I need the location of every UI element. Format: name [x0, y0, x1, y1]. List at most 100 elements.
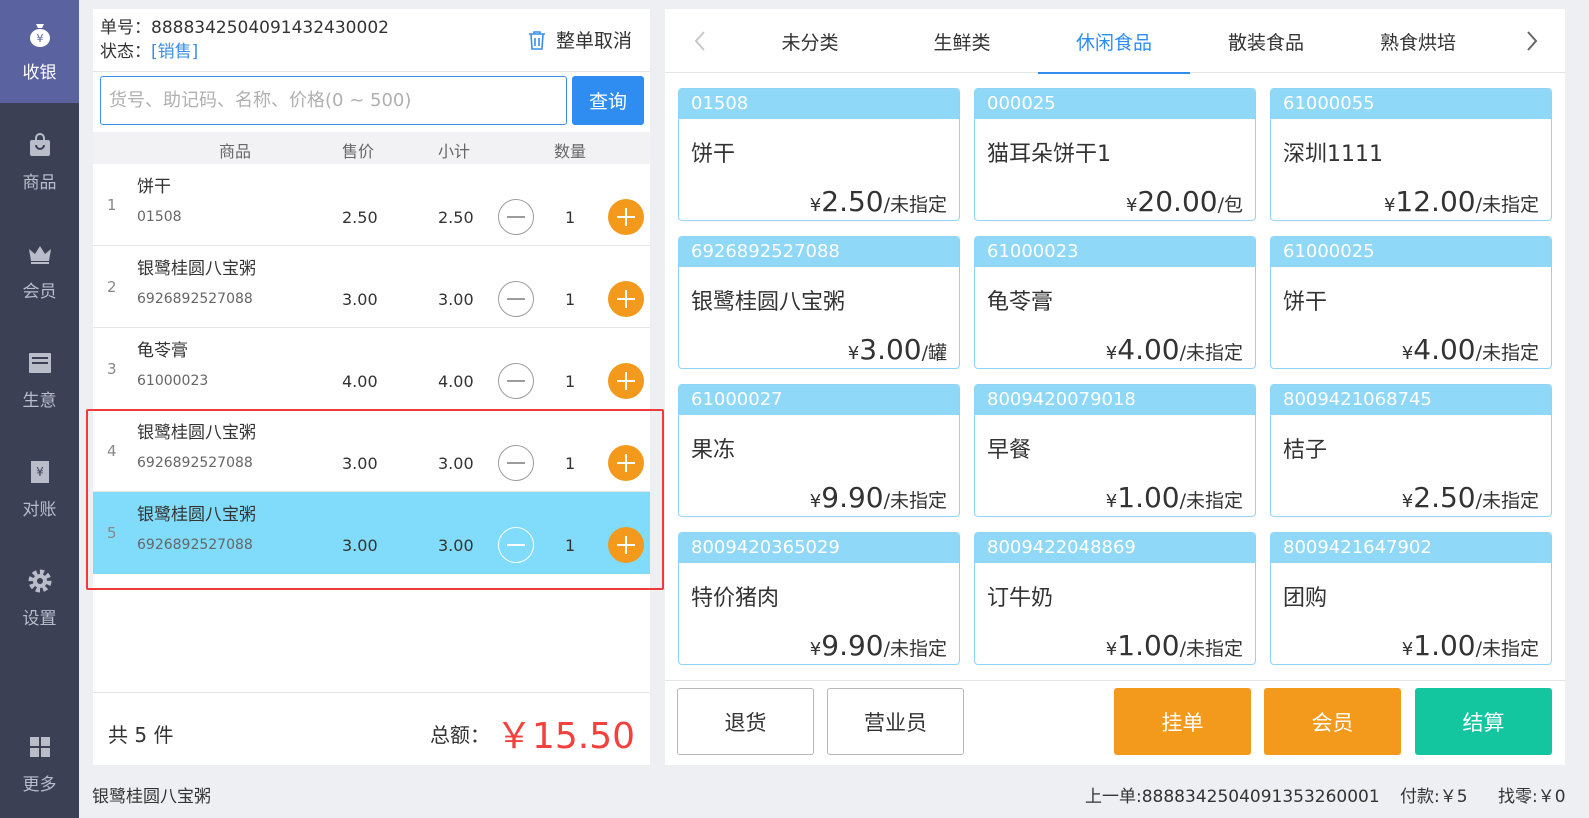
- product-price: ¥2.50/未指定: [809, 185, 947, 218]
- category-tabs: 未分类 生鲜类 休闲食品 散装食品 熟食烘培: [665, 9, 1565, 74]
- product-price: ¥12.00/未指定: [1383, 185, 1539, 218]
- change-amount: 找零:￥0: [1498, 787, 1566, 807]
- increase-qty-button[interactable]: [608, 281, 644, 317]
- product-name: 深圳1111: [1283, 142, 1383, 167]
- product-name: 龟苓膏: [987, 290, 1054, 315]
- product-code: 8009421647902: [1271, 533, 1551, 563]
- tab-prev-button[interactable]: [687, 27, 715, 55]
- product-name: 果冻: [691, 438, 736, 463]
- sidebar-item-reconcile[interactable]: ¥ 对账: [0, 437, 79, 540]
- product-code: 61000027: [679, 385, 959, 415]
- cart-summary: 共 5 件 总额： ￥15.50: [93, 692, 650, 765]
- salesperson-button[interactable]: 营业员: [827, 688, 964, 755]
- product-name: 早餐: [987, 438, 1032, 463]
- product-price: ¥20.00/包: [1125, 185, 1243, 218]
- product-code: 6926892527088: [679, 237, 959, 267]
- row-qty: 1: [565, 208, 576, 227]
- product-name: 订牛奶: [987, 586, 1054, 611]
- decrease-qty-button[interactable]: [498, 199, 534, 235]
- cart-row[interactable]: 3 龟苓膏 61000023 4.00 4.00 1: [93, 328, 650, 410]
- decrease-qty-button[interactable]: [498, 363, 534, 399]
- search-input[interactable]: [100, 76, 567, 125]
- shopping-bag-icon: [25, 130, 55, 160]
- tab-bulk-food[interactable]: 散装食品: [1190, 9, 1342, 73]
- increase-qty-button[interactable]: [608, 445, 644, 481]
- decrease-qty-button[interactable]: [498, 281, 534, 317]
- product-card[interactable]: 61000025 饼干 ¥4.00/未指定: [1270, 236, 1552, 369]
- product-card[interactable]: 8009421647902 团购 ¥1.00/未指定: [1270, 532, 1552, 665]
- cart-row-selected[interactable]: 5 银鹭桂圆八宝粥 6926892527088 3.00 3.00 1: [93, 492, 650, 574]
- sidebar-item-more[interactable]: 更多: [0, 712, 79, 815]
- row-index: 1: [107, 196, 117, 214]
- cart-row[interactable]: 2 银鹭桂圆八宝粥 6926892527088 3.00 3.00 1: [93, 246, 650, 328]
- increase-qty-button[interactable]: [608, 199, 644, 235]
- row-subtotal: 3.00: [438, 290, 474, 309]
- sidebar-item-label: 更多: [22, 775, 57, 795]
- product-code: 8009420079018: [975, 385, 1255, 415]
- product-price: ¥1.00/未指定: [1401, 629, 1539, 662]
- current-item: 银鹭桂圆八宝粥: [92, 787, 211, 807]
- cart-row[interactable]: 1 饼干 01508 2.50 2.50 1: [93, 164, 650, 246]
- sidebar-item-label: 设置: [22, 609, 57, 629]
- cart-row[interactable]: 4 银鹭桂圆八宝粥 6926892527088 3.00 3.00 1: [93, 410, 650, 492]
- row-qty: 1: [565, 536, 576, 555]
- row-index: 4: [107, 442, 117, 460]
- gear-icon: [25, 566, 55, 596]
- member-button[interactable]: 会员: [1264, 688, 1401, 755]
- tab-uncategorized[interactable]: 未分类: [734, 9, 886, 73]
- product-card[interactable]: 01508 饼干 ¥2.50/未指定: [678, 88, 960, 221]
- increase-qty-button[interactable]: [608, 527, 644, 563]
- product-card[interactable]: 61000023 龟苓膏 ¥4.00/未指定: [974, 236, 1256, 369]
- sidebar-item-settings[interactable]: 设置: [0, 546, 79, 649]
- product-name: 饼干: [691, 142, 736, 167]
- row-qty: 1: [565, 454, 576, 473]
- divider: [93, 71, 650, 72]
- product-price: ¥1.00/未指定: [1105, 481, 1243, 514]
- product-card[interactable]: 6926892527088 银鹭桂圆八宝粥 ¥3.00/罐: [678, 236, 960, 369]
- tab-snacks[interactable]: 休闲食品: [1038, 9, 1190, 74]
- product-card[interactable]: 8009422048869 订牛奶 ¥1.00/未指定: [974, 532, 1256, 665]
- product-card[interactable]: 8009421068745 桔子 ¥2.50/未指定: [1270, 384, 1552, 517]
- product-name: 猫耳朵饼干1: [987, 142, 1111, 167]
- sidebar-item-members[interactable]: 会员: [0, 219, 79, 322]
- product-code: 000025: [975, 89, 1255, 119]
- tab-deli-bakery[interactable]: 熟食烘培: [1342, 9, 1494, 73]
- checkout-button[interactable]: 结算: [1415, 688, 1552, 755]
- product-price: ¥3.00/罐: [847, 333, 947, 366]
- grid-icon: [25, 732, 55, 762]
- return-button[interactable]: 退货: [677, 688, 814, 755]
- increase-qty-button[interactable]: [608, 363, 644, 399]
- chevron-left-icon: [694, 31, 705, 51]
- row-name: 银鹭桂圆八宝粥: [137, 505, 256, 525]
- cart-panel: 单号：8888342504091432430002 状态：[销售] 整单取消 查…: [93, 9, 650, 765]
- product-price: ¥2.50/未指定: [1401, 481, 1539, 514]
- tab-fresh[interactable]: 生鲜类: [886, 9, 1038, 73]
- product-card[interactable]: 000025 猫耳朵饼干1 ¥20.00/包: [974, 88, 1256, 221]
- row-index: 3: [107, 360, 117, 378]
- product-name: 团购: [1283, 586, 1328, 611]
- hold-order-button[interactable]: 挂单: [1114, 688, 1251, 755]
- sidebar-item-products[interactable]: 商品: [0, 110, 79, 213]
- product-card[interactable]: 8009420079018 早餐 ¥1.00/未指定: [974, 384, 1256, 517]
- sidebar-item-checkout[interactable]: ¥ 收银: [0, 0, 79, 103]
- search-button[interactable]: 查询: [572, 76, 644, 125]
- cash-bag-icon: ¥: [25, 20, 55, 50]
- product-name: 饼干: [1283, 290, 1328, 315]
- tab-next-button[interactable]: [1517, 27, 1545, 55]
- product-card[interactable]: 8009420365029 特价猪肉 ¥9.90/未指定: [678, 532, 960, 665]
- row-price: 3.00: [342, 290, 378, 309]
- row-code: 6926892527088: [137, 455, 253, 471]
- cancel-order-button[interactable]: 整单取消: [526, 26, 632, 53]
- row-price: 2.50: [342, 208, 378, 227]
- product-code: 8009422048869: [975, 533, 1255, 563]
- product-price: ¥9.90/未指定: [809, 629, 947, 662]
- product-card[interactable]: 61000055 深圳1111 ¥12.00/未指定: [1270, 88, 1552, 221]
- header-product: 商品: [219, 142, 252, 161]
- product-code: 61000055: [1271, 89, 1551, 119]
- decrease-qty-button[interactable]: [498, 445, 534, 481]
- sidebar: ¥ 收银 商品 会员 生意 ¥ 对账 设置 更多: [0, 0, 79, 818]
- product-card[interactable]: 61000027 果冻 ¥9.90/未指定: [678, 384, 960, 517]
- sidebar-item-business[interactable]: 生意: [0, 328, 79, 431]
- decrease-qty-button[interactable]: [498, 527, 534, 563]
- product-price: ¥9.90/未指定: [809, 481, 947, 514]
